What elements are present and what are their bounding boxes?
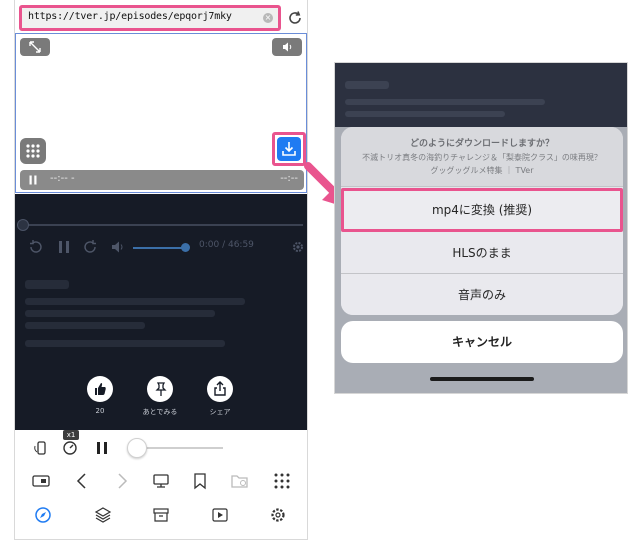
blurred-text-line [25,310,215,317]
clear-url-icon[interactable]: × [263,13,273,23]
video-page-background: 0:00 / 46:59 20 あとでみる シェア [15,194,307,430]
option-convert-mp4[interactable]: mp4に変換 (推奨) [341,188,623,232]
pin-icon [155,382,167,396]
speed-badge: x1 [63,430,79,440]
video-player-overlay: --:-- - --:-- [15,33,307,193]
home-indicator [430,377,534,381]
reload-icon[interactable] [285,8,305,28]
option-keep-hls[interactable]: HLSのまま [341,232,623,274]
sheet-message-line: グッグッグルメ特集 ｜ TVer [430,166,534,175]
forward-icon[interactable] [81,238,99,256]
sound-button[interactable] [272,38,302,56]
blurred-title [345,81,389,89]
folder-search-icon[interactable] [230,472,250,490]
dimmed-background [335,63,627,127]
option-audio-only[interactable]: 音声のみ [341,274,623,315]
share-icon [214,381,226,396]
compass-icon[interactable] [34,506,52,524]
cancel-button[interactable]: キャンセル [341,321,623,363]
blurred-text-line [25,298,245,305]
settings-gear-icon[interactable] [291,240,305,254]
like-count: 20 [95,407,105,415]
blurred-text-line [345,99,545,105]
seek-track[interactable] [21,224,303,226]
speaker-icon [283,42,292,52]
settings-gear-icon[interactable] [269,506,287,524]
toolbar-seek-knob[interactable] [127,438,147,458]
like-button[interactable] [87,376,113,402]
archive-box-icon[interactable] [152,506,170,524]
speed-gauge-icon[interactable] [62,440,78,456]
layers-icon[interactable] [94,506,112,524]
menu-grid-button[interactable] [20,138,46,164]
sheet-header: どのようにダウンロードしますか？ 不滅トリオ真冬の海釣りチャレンジ＆「梨泰院クラ… [341,127,623,187]
pause-icon[interactable] [95,440,109,456]
sheet-message-line: 不滅トリオ真冬の海釣りチャレンジ＆「梨泰院クラス」の味再現？ [362,153,602,162]
blurred-text-line [25,322,145,329]
seek-handle[interactable] [17,219,29,231]
sheet-title: どのようにダウンロードしますか？ [409,139,554,149]
browser-toolbar: x1 [15,430,307,539]
share-button[interactable] [207,376,233,402]
left-phone-screenshot: https://tver.jp/episodes/epqorj7mky × --… [14,0,308,540]
forward-arrow-icon[interactable] [115,472,129,490]
watch-later-label: あとでみる [142,408,178,416]
download-button[interactable] [277,137,301,161]
pause-icon[interactable] [57,239,71,255]
url-text: https://tver.jp/episodes/epqorj7mky [28,11,232,22]
download-button-highlight [272,132,306,166]
expand-button[interactable] [20,38,50,56]
grid-dots-icon[interactable] [273,472,291,490]
grid-dots-icon [26,144,40,158]
mini-playback-bar[interactable]: --:-- - --:-- [20,170,304,190]
blurred-text-line [345,111,505,117]
volume-handle[interactable] [181,243,190,252]
download-action-sheet: どのようにダウンロードしますか？ 不滅トリオ真冬の海釣りチャレンジ＆「梨泰院クラ… [341,127,623,315]
expand-icon [29,41,41,53]
url-address-bar[interactable]: https://tver.jp/episodes/epqorj7mky × [19,5,281,31]
current-time-label: --:-- - [50,173,75,184]
download-icon [282,142,296,156]
rewind-icon[interactable] [27,238,45,256]
tabs-icon[interactable] [32,474,50,488]
watch-later-button[interactable] [147,376,173,402]
blurred-text-line [25,340,225,347]
video-library-icon[interactable] [211,506,229,524]
back-arrow-icon[interactable] [75,472,89,490]
volume-track[interactable] [133,247,187,249]
rotate-icon[interactable] [33,440,49,456]
right-phone-screenshot: どのようにダウンロードしますか？ 不滅トリオ真冬の海釣りチャレンジ＆「梨泰院クラ… [334,62,628,394]
pause-icon[interactable] [28,175,38,185]
thumbs-up-icon [95,383,106,395]
bookmark-icon[interactable] [193,472,207,490]
time-display: 0:00 / 46:59 [199,240,254,250]
blurred-title [25,280,69,289]
share-label: シェア [209,408,231,416]
volume-icon[interactable] [111,240,127,254]
desktop-icon[interactable] [152,472,170,490]
duration-label: --:-- [280,173,298,184]
